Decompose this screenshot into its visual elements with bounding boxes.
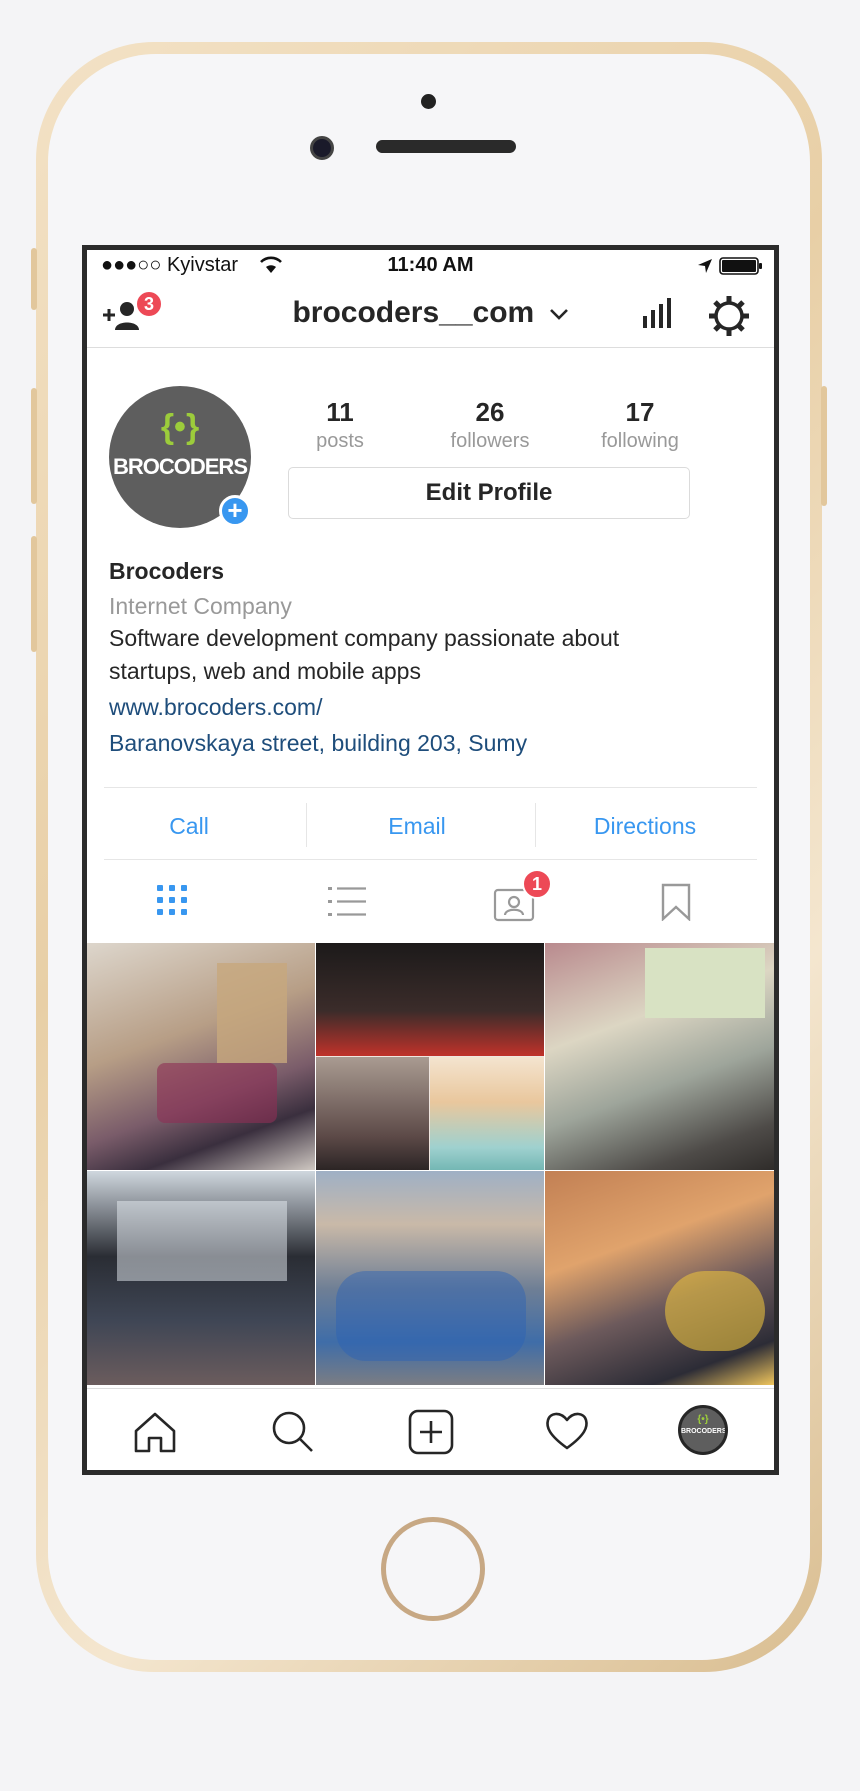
bookmark-icon[interactable] — [661, 883, 691, 921]
action-separator — [535, 803, 536, 847]
photo-portrait — [430, 1057, 544, 1170]
bottom-nav: {•} BROCODERS — [87, 1388, 774, 1470]
nav-avatar-symbol: {•} — [697, 1414, 709, 1425]
nav-avatar-text: BROCODERS — [681, 1428, 727, 1435]
battery-icon — [719, 257, 762, 275]
email-button[interactable]: Email — [317, 813, 517, 840]
app-screen: ●●●○○ Kyivstar 11:40 AM 3 brocoders__com — [82, 245, 779, 1475]
posts-count: 11 — [326, 397, 354, 427]
photo-tile[interactable] — [545, 943, 774, 1170]
website-link[interactable]: www.brocoders.com/ — [109, 691, 749, 724]
volume-down-button — [31, 536, 37, 652]
action-separator — [306, 803, 307, 847]
photo-projection — [645, 948, 765, 1018]
following-count: 17 — [625, 397, 655, 427]
photo-group — [316, 1057, 429, 1170]
proximity-sensor — [421, 94, 436, 109]
photo-tile[interactable] — [545, 1171, 774, 1385]
chevron-down-icon — [549, 309, 568, 320]
photo-bikes — [336, 1271, 526, 1361]
directions-button[interactable]: Directions — [545, 813, 745, 840]
photo-tile[interactable] — [316, 1171, 544, 1385]
profile-category: Internet Company — [109, 593, 292, 619]
heart-icon[interactable] — [544, 1411, 590, 1451]
photo-tile[interactable] — [87, 1171, 315, 1385]
insights-icon[interactable] — [641, 298, 673, 330]
home-button[interactable] — [381, 1517, 485, 1621]
search-icon[interactable] — [270, 1409, 316, 1455]
stat-followers[interactable]: 26 followers — [425, 397, 555, 453]
avatar-symbol: {•} — [160, 408, 200, 446]
home-icon[interactable] — [133, 1411, 177, 1453]
status-bar: ●●●○○ Kyivstar 11:40 AM — [87, 250, 774, 280]
front-camera — [310, 136, 334, 160]
followers-count: 26 — [475, 397, 505, 427]
new-post-icon[interactable] — [408, 1409, 454, 1455]
stat-posts[interactable]: 11 posts — [275, 397, 405, 453]
location-arrow-icon — [698, 259, 712, 273]
bio-line-2: startups, web and mobile apps — [109, 658, 421, 684]
profile-name: Brocoders — [109, 558, 225, 584]
photo-beanbags — [665, 1271, 765, 1351]
followers-label: followers — [450, 430, 530, 452]
list-icon[interactable] — [328, 885, 366, 919]
status-time: 11:40 AM — [387, 254, 474, 276]
edit-profile-button[interactable]: Edit Profile — [288, 467, 690, 519]
call-button[interactable]: Call — [89, 813, 289, 840]
bio-line-1: Software development company passionate … — [109, 625, 620, 651]
power-button — [821, 386, 827, 506]
posts-label: posts — [316, 430, 364, 452]
mute-switch — [31, 248, 37, 310]
volume-up-button — [31, 388, 37, 504]
photo-stage — [117, 1201, 287, 1281]
add-story-plus-icon[interactable]: + — [219, 495, 251, 527]
tagged-badge: 1 — [522, 869, 552, 899]
photo-conference — [316, 943, 544, 1056]
photo-tile[interactable] — [316, 943, 544, 1170]
profile-avatar-icon[interactable]: {•} BROCODERS — [678, 1405, 728, 1455]
stat-following[interactable]: 17 following — [575, 397, 705, 453]
photo-shelf — [217, 963, 287, 1063]
avatar-logo-text: BROCODERS — [112, 454, 248, 479]
following-label: following — [601, 430, 679, 452]
grid-icon[interactable] — [157, 885, 189, 917]
address-link[interactable]: Baranovskaya street, building 203, Sumy — [109, 727, 749, 760]
photo-chairs — [157, 1063, 277, 1123]
actions-top-divider — [104, 787, 757, 788]
username-text: brocoders__com — [292, 296, 535, 329]
photo-tile[interactable] — [87, 943, 315, 1170]
earpiece-speaker — [376, 140, 516, 153]
actions-bottom-divider — [104, 859, 757, 860]
settings-gear-icon[interactable] — [707, 294, 751, 338]
profile-header-bar: 3 brocoders__com — [87, 280, 774, 348]
